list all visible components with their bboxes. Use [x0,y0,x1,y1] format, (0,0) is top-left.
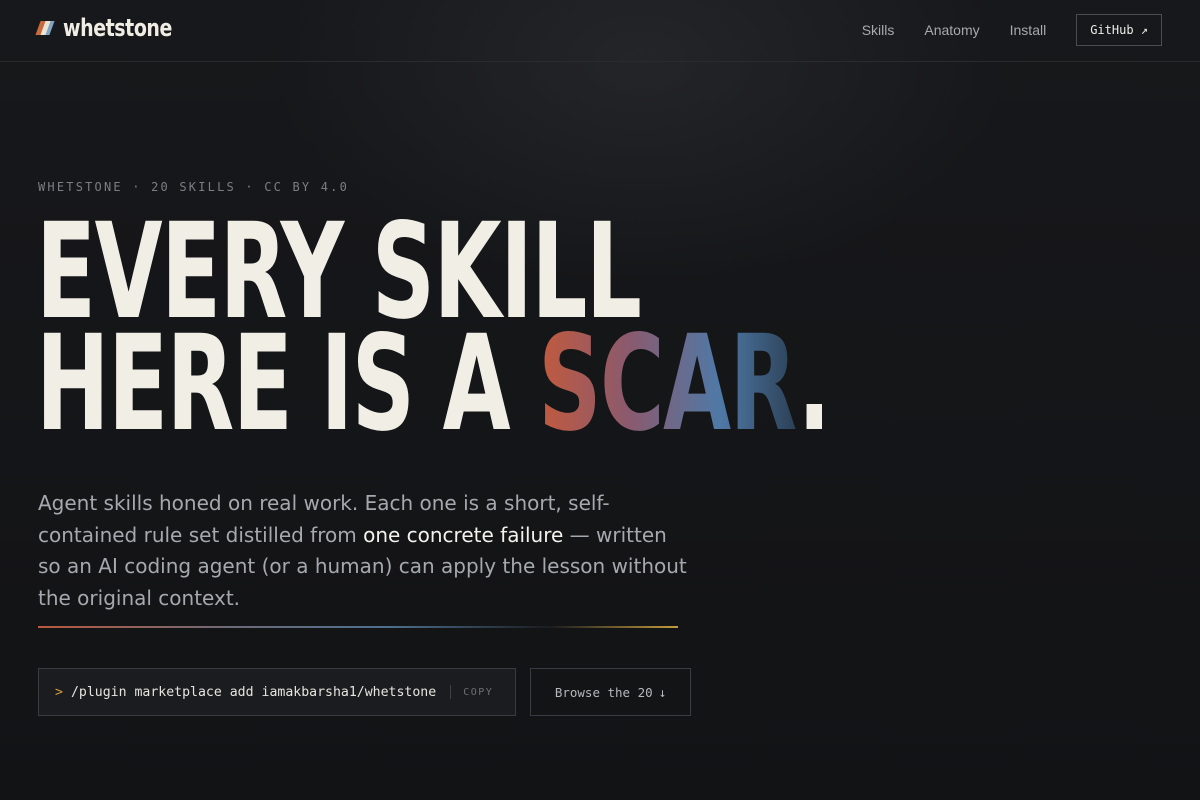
nav-link-install[interactable]: Install [1010,22,1047,38]
install-command-text: /plugin marketplace add iamakbarsha1/whe… [70,684,437,700]
top-navigation-bar: whetstone Skills Anatomy Install GitHub … [0,0,1200,62]
headline-line-2: HERE IS A SCAR. [36,318,831,450]
copy-button[interactable]: COPY [450,685,493,699]
prompt-chevron-icon: > [55,684,63,700]
headline-accent-word: SCAR [538,307,799,461]
hero-eyebrow: WHETSTONE · 20 SKILLS · CC BY 4.0 [38,180,350,194]
brand-name: whetstone [63,14,172,42]
whetstone-logo-icon [35,21,55,35]
github-button[interactable]: GitHub ↗ [1076,14,1162,46]
browse-label: Browse the 20 [554,684,653,700]
gradient-divider [38,626,678,628]
headline-line-2-tail: . [797,307,831,461]
browse-skills-button[interactable]: Browse the 20 ↓ [530,668,691,716]
hero-headline: EVERY SKILL HERE IS A SCAR. [36,206,831,450]
nav-link-anatomy[interactable]: Anatomy [924,22,979,38]
brand[interactable]: whetstone [35,14,187,42]
headline-line-2-lead: HERE IS A [36,307,539,461]
lede-emphasis: one concrete failure [363,522,564,547]
main-nav: Skills Anatomy Install GitHub ↗ [862,14,1162,46]
arrow-down-icon: ↓ [658,684,667,700]
nav-link-skills[interactable]: Skills [862,22,895,38]
install-command-box[interactable]: > /plugin marketplace add iamakbarsha1/w… [38,668,516,716]
hero-description: Agent skills honed on real work. Each on… [38,488,688,614]
